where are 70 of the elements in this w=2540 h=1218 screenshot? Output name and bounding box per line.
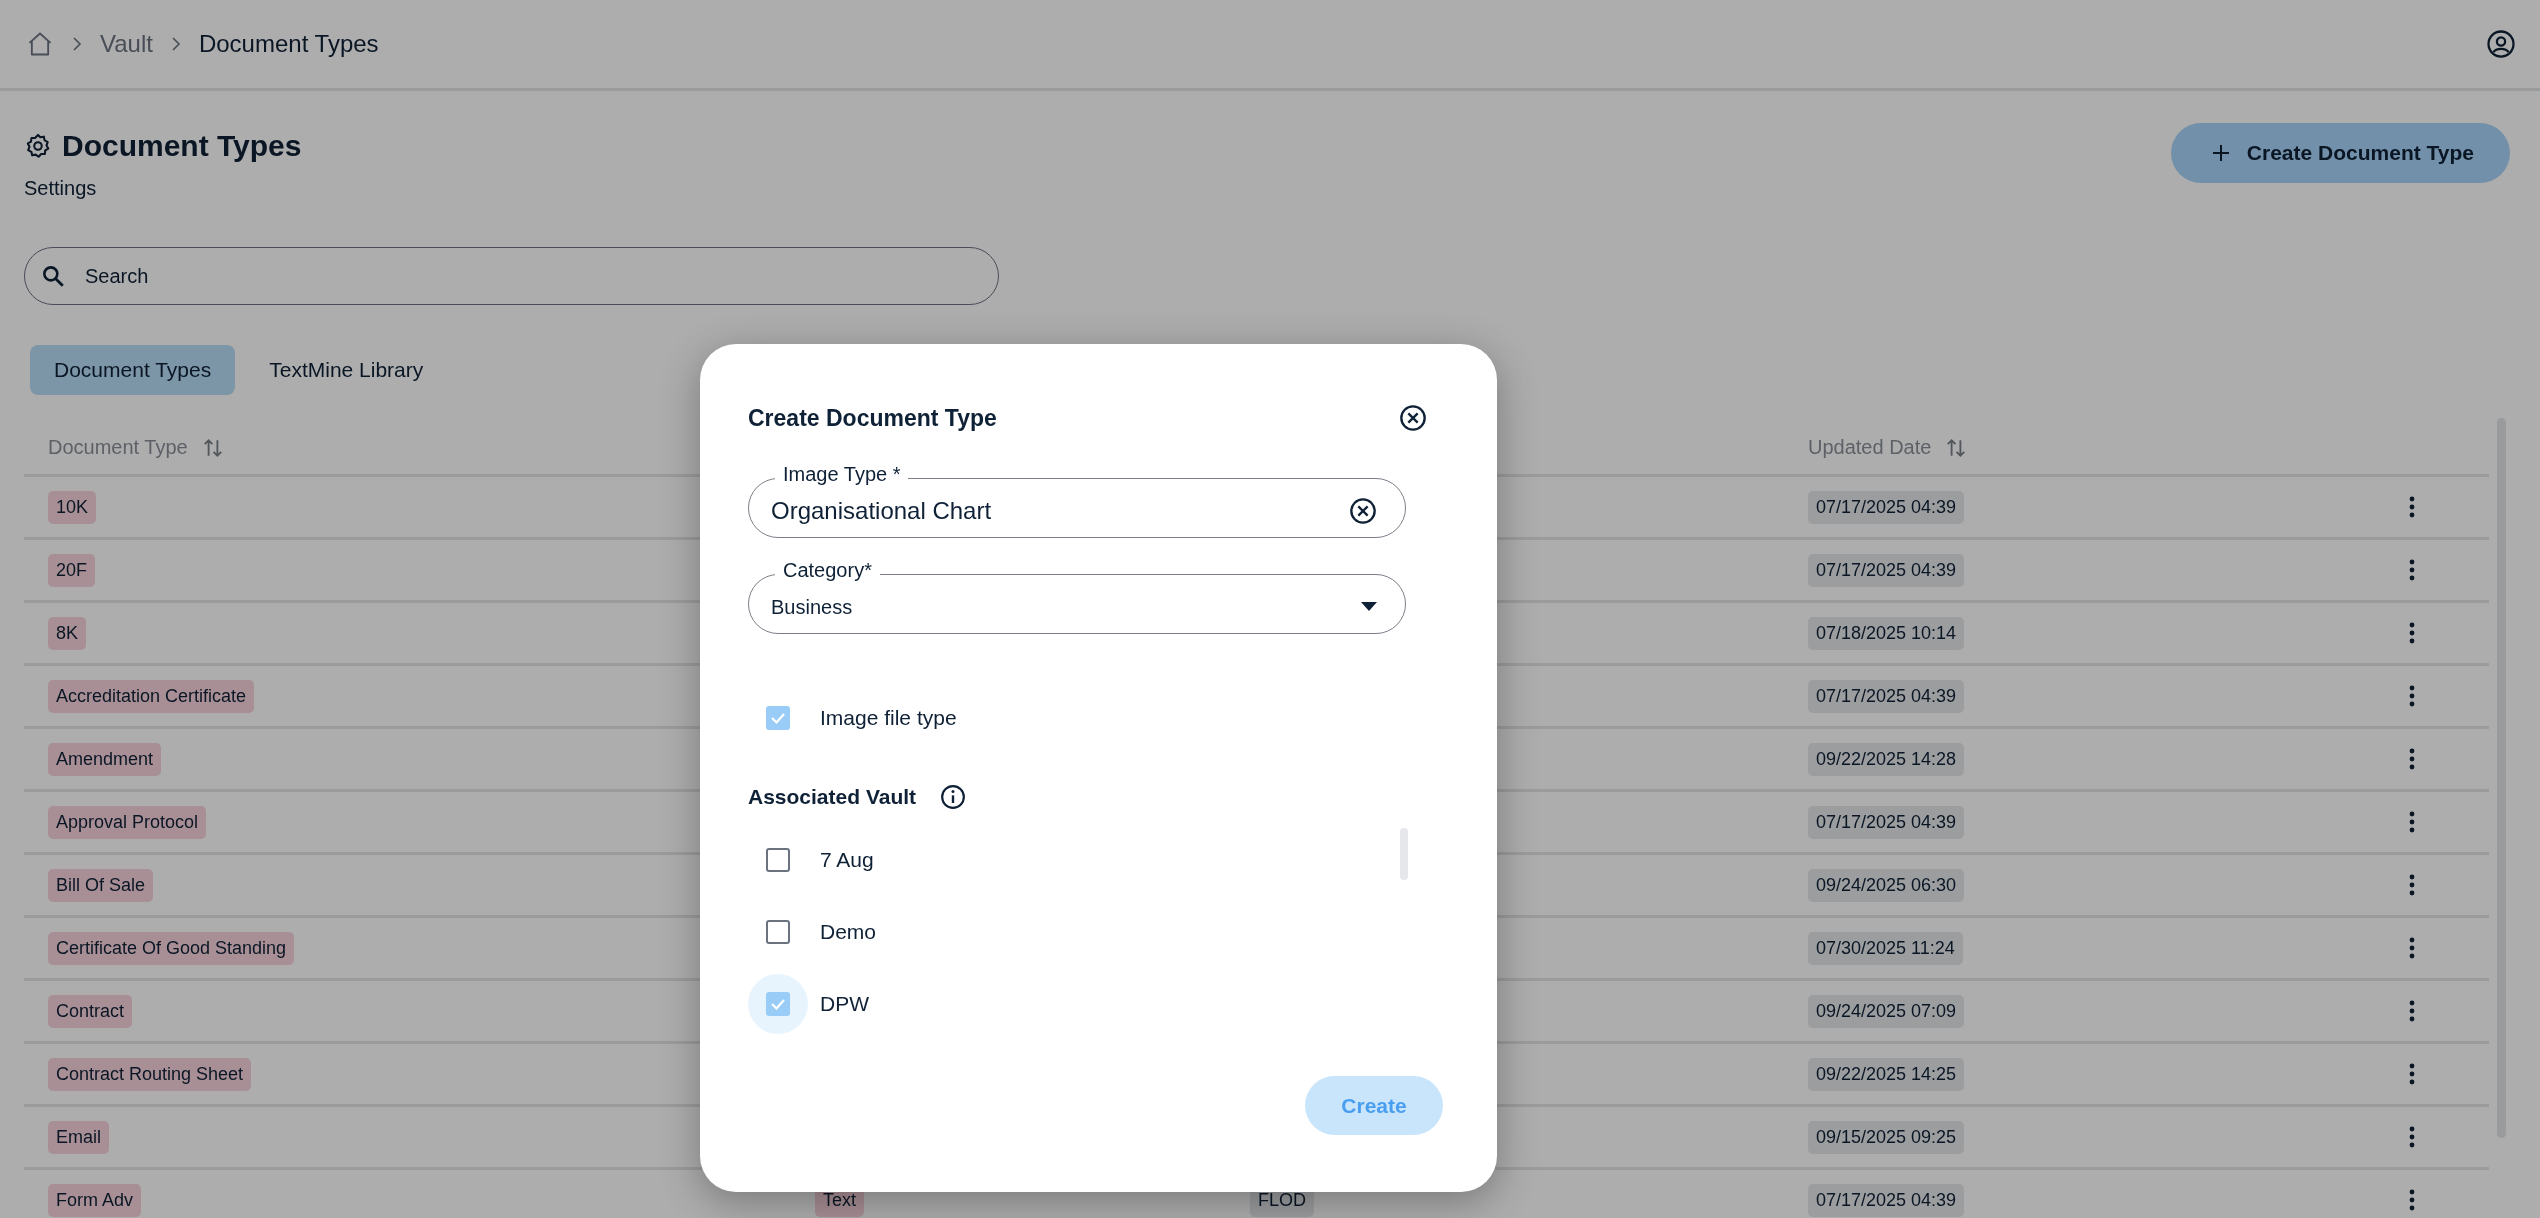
settings-icon: [24, 132, 52, 160]
type-tag: Contract Routing Sheet: [48, 1057, 252, 1091]
clear-icon[interactable]: [1349, 497, 1377, 525]
date-tag: 09/15/2025 09:25: [1808, 1120, 1965, 1154]
type-tag: 20F: [48, 553, 96, 587]
tab[interactable]: TextMine Library: [245, 345, 448, 395]
date-tag: 07/18/2025 10:14: [1808, 616, 1965, 650]
home-icon[interactable]: [26, 30, 54, 58]
dropdown-icon: [1361, 602, 1377, 612]
more-icon[interactable]: [2409, 874, 2415, 896]
search-icon: [40, 263, 66, 289]
type-tag: 10K: [48, 490, 97, 524]
date-tag: 09/24/2025 07:09: [1808, 994, 1965, 1028]
column-header[interactable]: Document Type: [48, 436, 188, 459]
checkbox[interactable]: [766, 706, 790, 730]
more-icon[interactable]: [2409, 496, 2415, 518]
user-icon[interactable]: [2486, 29, 2516, 59]
date-tag: 09/22/2025 14:28: [1808, 742, 1965, 776]
breadcrumb-current: Document Types: [198, 30, 379, 58]
search-field[interactable]: Search: [24, 247, 999, 305]
column-header[interactable]: Updated Date: [1808, 436, 1932, 459]
date-tag: 09/22/2025 14:25: [1808, 1057, 1965, 1091]
type-tag: Email: [48, 1120, 109, 1154]
page-title: Document Types: [62, 129, 302, 163]
date-tag: 07/17/2025 04:39: [1808, 679, 1965, 713]
info-icon[interactable]: [940, 784, 967, 810]
sort-icon[interactable]: [1945, 436, 1968, 459]
page-subtitle: Settings: [24, 177, 98, 200]
type-tag: Amendment: [48, 742, 162, 776]
more-icon[interactable]: [2409, 748, 2415, 770]
chevron-icon: [72, 36, 82, 52]
type-tag: Contract: [48, 994, 133, 1028]
type-tag: Approval Protocol: [48, 805, 207, 839]
breadcrumb-link[interactable]: Vault: [100, 30, 153, 58]
scrollbar[interactable]: [1400, 828, 1408, 880]
type-tag: 8K: [48, 616, 87, 650]
section-heading: Associated Vault: [748, 785, 917, 809]
chevron-icon: [170, 36, 181, 52]
checkbox-label: Demo: [820, 920, 877, 944]
date-tag: 07/17/2025 04:39: [1808, 490, 1965, 524]
more-icon[interactable]: [2409, 1189, 2415, 1211]
dialog-title: Create Document Type: [748, 404, 997, 432]
more-icon[interactable]: [2409, 937, 2415, 959]
type-tag: Accreditation Certificate: [48, 679, 255, 713]
close-icon[interactable]: [1399, 404, 1427, 432]
checkbox-label: DPW: [820, 992, 869, 1016]
date-tag: 07/17/2025 04:39: [1808, 553, 1965, 587]
checkbox[interactable]: [766, 992, 790, 1016]
more-icon[interactable]: [2409, 811, 2415, 833]
checkbox[interactable]: [766, 920, 790, 944]
more-icon[interactable]: [2409, 559, 2415, 581]
checkbox-label: 7 Aug: [820, 848, 874, 872]
more-icon[interactable]: [2409, 622, 2415, 644]
date-tag: 09/24/2025 06:30: [1808, 868, 1965, 902]
tab[interactable]: Document Types: [30, 345, 236, 395]
date-tag: 07/17/2025 04:39: [1808, 805, 1965, 839]
more-icon[interactable]: [2409, 1000, 2415, 1022]
more-icon[interactable]: [2409, 1126, 2415, 1148]
type-tag: Certificate Of Good Standing: [48, 931, 295, 965]
date-tag: 07/17/2025 04:39: [1808, 1183, 1965, 1217]
checkbox-label: Image file type: [820, 706, 957, 730]
type-tag: Form Adv: [48, 1183, 142, 1217]
sort-icon[interactable]: [201, 436, 224, 459]
more-icon[interactable]: [2409, 685, 2415, 707]
more-icon[interactable]: [2409, 1063, 2415, 1085]
plus-icon: [2210, 143, 2231, 163]
checkbox[interactable]: [766, 848, 790, 872]
type-tag: Bill Of Sale: [48, 868, 154, 902]
date-tag: 07/30/2025 11:24: [1808, 931, 1963, 965]
create-document-type-button[interactable]: Create Document Type: [2170, 123, 2510, 183]
